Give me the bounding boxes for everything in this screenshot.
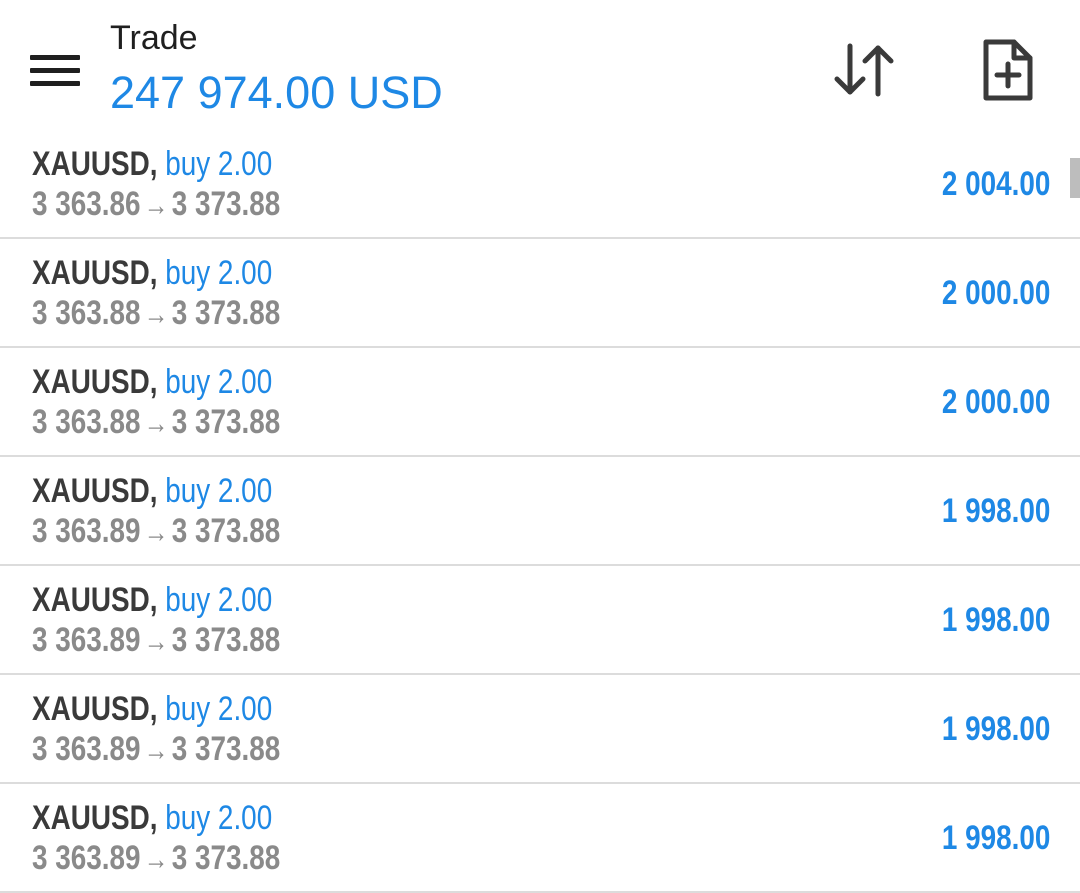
arrow-right-icon: → — [143, 843, 169, 876]
account-balance: 247 974.00 USD — [110, 67, 443, 118]
trade-prices: 3 363.89 →3 373.88 — [32, 838, 280, 880]
trade-symbol: XAUUSD, — [32, 472, 158, 510]
trade-row[interactable]: XAUUSD, buy 2.00 3 363.89 →3 373.88 1 998.0… — [0, 675, 1080, 784]
trade-row[interactable]: XAUUSD, buy 2.00 3 363.89 →3 373.88 1 998.0… — [0, 457, 1080, 566]
scrollbar[interactable] — [1070, 158, 1080, 198]
page-title: Trade — [110, 19, 198, 57]
current-price: 3 373.88 — [171, 512, 281, 550]
trade-row[interactable]: XAUUSD, buy 2.00 3 363.86 →3 373.88 2 004.0… — [0, 130, 1080, 239]
trade-title: XAUUSD, buy 2.00 — [32, 362, 272, 402]
current-price: 3 373.88 — [171, 403, 281, 441]
trade-profit: 2 000.00 — [941, 383, 1050, 421]
current-price: 3 373.88 — [171, 730, 281, 768]
trade-side: buy 2.00 — [165, 690, 273, 728]
trade-title: XAUUSD, buy 2.00 — [32, 689, 272, 729]
trade-prices: 3 363.88 →3 373.88 — [32, 293, 280, 335]
trade-side: buy 2.00 — [165, 799, 273, 837]
arrow-right-icon: → — [143, 407, 169, 440]
sort-arrows-icon[interactable] — [832, 42, 898, 98]
open-price: 3 363.89 — [32, 512, 141, 550]
trade-symbol: XAUUSD, — [32, 363, 158, 401]
current-price: 3 373.88 — [171, 294, 281, 332]
open-price: 3 363.88 — [32, 403, 141, 441]
trade-side: buy 2.00 — [165, 581, 273, 619]
trade-profit: 1 998.00 — [941, 601, 1050, 639]
trade-symbol: XAUUSD, — [32, 799, 158, 837]
trades-list: XAUUSD, buy 2.00 3 363.86 →3 373.88 2 004.0… — [0, 130, 1080, 893]
current-price: 3 373.88 — [171, 839, 281, 877]
trade-title: XAUUSD, buy 2.00 — [32, 798, 272, 838]
trade-row[interactable]: XAUUSD, buy 2.00 3 363.89 →3 373.88 1 998.0… — [0, 566, 1080, 675]
trade-prices: 3 363.88 →3 373.88 — [32, 402, 280, 444]
trade-prices: 3 363.89 →3 373.88 — [32, 511, 280, 553]
trade-profit: 1 998.00 — [941, 710, 1050, 748]
file-plus-icon[interactable] — [976, 38, 1038, 104]
open-price: 3 363.88 — [32, 294, 141, 332]
trade-symbol: XAUUSD, — [32, 690, 158, 728]
trade-side: buy 2.00 — [165, 145, 273, 183]
arrow-right-icon: → — [143, 298, 169, 331]
trade-profit: 1 998.00 — [941, 492, 1050, 530]
trade-prices: 3 363.86 →3 373.88 — [32, 184, 280, 226]
trade-symbol: XAUUSD, — [32, 581, 158, 619]
open-price: 3 363.89 — [32, 839, 141, 877]
trade-screen: Trade 247 974.00 USD XAUUSD, buy 2.00 3 … — [0, 0, 1080, 893]
trade-profit: 2 004.00 — [941, 165, 1050, 203]
trade-side: buy 2.00 — [165, 472, 273, 510]
trade-title: XAUUSD, buy 2.00 — [32, 471, 272, 511]
trade-side: buy 2.00 — [165, 254, 273, 292]
trade-row[interactable]: XAUUSD, buy 2.00 3 363.88 →3 373.88 2 000.0… — [0, 239, 1080, 348]
trade-prices: 3 363.89 →3 373.88 — [32, 620, 280, 662]
current-price: 3 373.88 — [171, 185, 281, 223]
open-price: 3 363.86 — [32, 185, 141, 223]
trade-profit: 2 000.00 — [941, 274, 1050, 312]
arrow-right-icon: → — [143, 734, 169, 767]
trade-title: XAUUSD, buy 2.00 — [32, 580, 272, 620]
current-price: 3 373.88 — [171, 621, 281, 659]
title-block: Trade 247 974.00 USD — [110, 18, 443, 122]
app-header: Trade 247 974.00 USD — [0, 0, 1080, 130]
trade-title: XAUUSD, buy 2.00 — [32, 144, 272, 184]
trade-side: buy 2.00 — [165, 363, 273, 401]
trade-symbol: XAUUSD, — [32, 254, 158, 292]
trade-row[interactable]: XAUUSD, buy 2.00 3 363.88 →3 373.88 2 000.0… — [0, 348, 1080, 457]
arrow-right-icon: → — [143, 516, 169, 549]
trade-profit: 1 998.00 — [941, 819, 1050, 857]
trade-symbol: XAUUSD, — [32, 145, 158, 183]
trade-prices: 3 363.89 →3 373.88 — [32, 729, 280, 771]
menu-icon[interactable] — [28, 50, 82, 90]
trade-row[interactable]: XAUUSD, buy 2.00 3 363.89 →3 373.88 1 998.0… — [0, 784, 1080, 893]
arrow-right-icon: → — [143, 189, 169, 222]
open-price: 3 363.89 — [32, 621, 141, 659]
trade-title: XAUUSD, buy 2.00 — [32, 253, 272, 293]
open-price: 3 363.89 — [32, 730, 141, 768]
arrow-right-icon: → — [143, 625, 169, 658]
